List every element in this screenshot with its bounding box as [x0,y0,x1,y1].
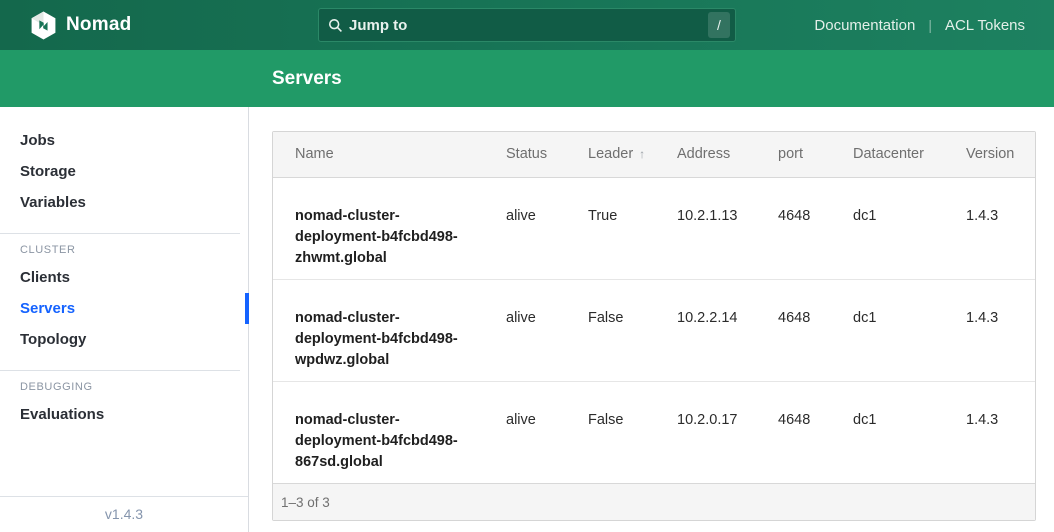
server-row[interactable]: nomad-cluster-deployment-b4fcbd498-zhwmt… [273,177,1035,279]
server-name-cell: nomad-cluster-deployment-b4fcbd498-wpdwz… [273,279,484,381]
slash-shortcut-badge: / [708,12,730,38]
server-leader-cell: True [566,177,655,279]
page-title: Servers [272,68,342,90]
server-leader-cell: False [566,381,655,483]
nav-links-separator: | [928,17,932,33]
server-datacenter-cell: dc1 [831,279,944,381]
column-header-port[interactable]: port [756,132,831,177]
column-header-leader[interactable]: Leader↑ [566,132,655,177]
sidebar: Jobs Storage Variables CLUSTER Clients S… [0,107,249,532]
sidebar-item-evaluations[interactable]: Evaluations [0,399,248,430]
column-header-datacenter[interactable]: Datacenter [831,132,944,177]
sidebar-divider [0,233,240,234]
server-status-cell: alive [484,381,566,483]
column-header-version[interactable]: Version [944,132,1035,177]
server-address-cell: 10.2.2.14 [655,279,756,381]
server-port-cell: 4648 [756,381,831,483]
server-datacenter-cell: dc1 [831,177,944,279]
nomad-logo-icon [30,11,57,40]
search-icon [328,18,343,33]
column-header-status[interactable]: Status [484,132,566,177]
server-status-cell: alive [484,279,566,381]
server-address-cell: 10.2.0.17 [655,381,756,483]
jump-to-search[interactable]: / [318,8,736,42]
page-header: Servers [0,50,1054,107]
sidebar-divider [0,370,240,371]
server-row[interactable]: nomad-cluster-deployment-b4fcbd498-867sd… [273,381,1035,483]
section-label-debugging: DEBUGGING [0,375,248,399]
column-header-name[interactable]: Name [273,132,484,177]
server-row[interactable]: nomad-cluster-deployment-b4fcbd498-wpdwz… [273,279,1035,381]
sidebar-item-clients[interactable]: Clients [0,262,248,293]
server-datacenter-cell: dc1 [831,381,944,483]
main-content: Name Status Leader↑ Address port Datacen… [249,107,1054,532]
pagination-status: 1–3 of 3 [273,483,1035,520]
server-address-cell: 10.2.1.13 [655,177,756,279]
brand-link[interactable]: Nomad [30,11,131,40]
sidebar-item-variables[interactable]: Variables [0,187,248,218]
nav-link-acl-tokens[interactable]: ACL Tokens [945,17,1025,34]
nav-link-documentation[interactable]: Documentation [814,17,915,34]
sidebar-item-jobs[interactable]: Jobs [0,125,248,156]
table-header-row: Name Status Leader↑ Address port Datacen… [273,132,1035,177]
navbar-links: Documentation | ACL Tokens [814,0,1025,50]
sidebar-item-topology[interactable]: Topology [0,324,248,355]
brand-title: Nomad [66,14,131,36]
section-label-cluster: CLUSTER [0,238,248,262]
sidebar-menu: Jobs Storage Variables CLUSTER Clients S… [0,107,248,430]
jump-to-search-input[interactable] [349,17,708,34]
column-header-address[interactable]: Address [655,132,756,177]
servers-table: Name Status Leader↑ Address port Datacen… [272,131,1036,521]
server-port-cell: 4648 [756,177,831,279]
sidebar-item-storage[interactable]: Storage [0,156,248,187]
sidebar-version: v1.4.3 [0,496,248,532]
server-name-cell: nomad-cluster-deployment-b4fcbd498-867sd… [273,381,484,483]
server-version-cell: 1.4.3 [944,279,1035,381]
top-navbar: Nomad / Documentation | ACL Tokens [0,0,1054,50]
server-version-cell: 1.4.3 [944,381,1035,483]
server-port-cell: 4648 [756,279,831,381]
server-leader-cell: False [566,279,655,381]
sort-ascending-icon: ↑ [639,147,645,161]
server-name-cell: nomad-cluster-deployment-b4fcbd498-zhwmt… [273,177,484,279]
server-version-cell: 1.4.3 [944,177,1035,279]
server-status-cell: alive [484,177,566,279]
sidebar-item-servers[interactable]: Servers [0,293,248,324]
